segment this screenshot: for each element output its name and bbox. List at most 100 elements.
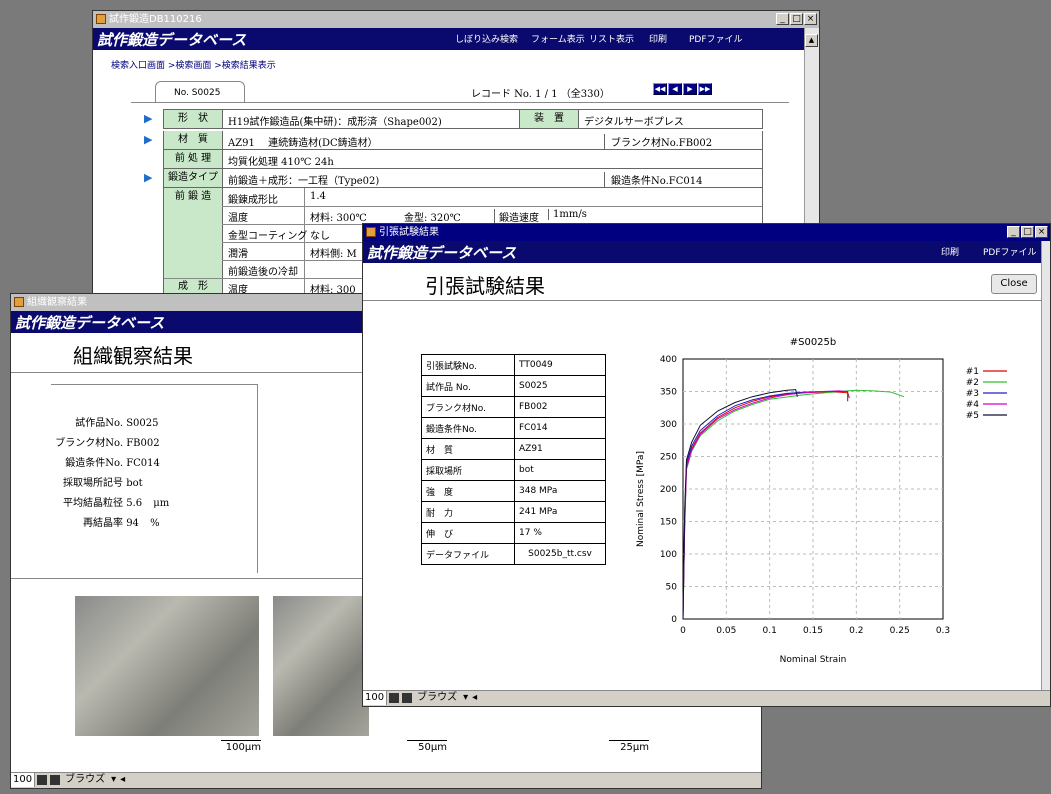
layout-icon[interactable]	[50, 775, 61, 785]
micro-fields: 試作品No. S0025 ブランク材No. FB002 鍛造条件No. FC01…	[41, 414, 169, 534]
zoom-level[interactable]: 100	[11, 773, 36, 787]
maximize-icon[interactable]: □	[790, 13, 803, 25]
field-value: bot	[126, 478, 143, 489]
tab-line	[131, 102, 789, 103]
menu-form-view[interactable]: フォーム表示	[531, 32, 585, 45]
scale-bar-2: 50μm	[407, 740, 447, 753]
tensile-heading: 引張試験結果	[425, 274, 545, 298]
last-record-icon[interactable]: ▶▶	[698, 83, 712, 95]
micro-window-title: 組織観察結果	[27, 297, 87, 308]
tensile-table-label: 鍛造条件No.	[421, 417, 515, 439]
maximize-icon[interactable]: □	[1021, 226, 1034, 238]
breadcrumb[interactable]: 検索入口画面 >検索画面 >検索結果表示	[111, 58, 276, 71]
field-value: S0025	[126, 418, 159, 429]
tensile-table-row: ブランク材No. FB002	[421, 396, 606, 418]
field-row: 平均結晶粒径 5.6 μm	[41, 494, 169, 514]
menu-pdf[interactable]: PDFファイル	[983, 245, 1037, 258]
app-icon	[366, 227, 376, 237]
field-value: FB002	[126, 438, 160, 449]
menu-print[interactable]: 印刷	[649, 32, 667, 45]
window-controls: _ □ ×	[776, 13, 817, 25]
field-value: 94	[126, 518, 139, 529]
tensile-app-header: 試作鍛造データベース 印刷 PDFファイル	[363, 241, 1042, 263]
close-icon[interactable]: ×	[804, 13, 817, 25]
legend-label: #5	[966, 411, 979, 421]
legend-label: #1	[966, 367, 979, 377]
main-window-titlebar[interactable]: 試作鍛造DB110216 _ □ ×	[93, 11, 819, 28]
app-icon	[14, 297, 24, 307]
scroll-left-icon[interactable]: ◂	[118, 773, 127, 787]
record-nav: ◀◀ ◀ ▶ ▶▶	[653, 83, 712, 95]
field-row: 再結晶率 94 %	[41, 514, 169, 534]
tensile-table-label: データファイル	[421, 543, 515, 565]
y-tick-label: 50	[666, 583, 678, 593]
speed-label: 鍛造速度	[494, 209, 539, 224]
menu-print[interactable]: 印刷	[941, 245, 959, 258]
prev-record-icon[interactable]: ◀	[668, 83, 682, 95]
legend-label: #2	[966, 378, 979, 388]
blank-no: ブランク材No.FB002	[604, 134, 712, 149]
tensile-status-bar: 100 ブラウズ ▾ ◂	[363, 690, 1050, 706]
zoom-level[interactable]: 100	[363, 691, 388, 705]
record-tab[interactable]: No. S0025	[155, 81, 245, 103]
tensile-table: 引張試験No. TT0049 試作品 No. S0025 ブランク材No. FB002 鍛造…	[421, 354, 606, 565]
minimize-icon[interactable]: _	[776, 13, 789, 25]
ratio-value: 1.4	[310, 191, 326, 202]
tensile-table-row: 耐 力 241 MPa	[421, 501, 606, 523]
tensile-scrollbar[interactable]	[1041, 241, 1050, 706]
y-tick-label: 200	[660, 485, 677, 495]
zoom-icon[interactable]	[389, 693, 400, 703]
material-value: AZ91 連続鋳造材(DC鋳造材）	[228, 138, 378, 149]
tensile-table-label: 引張試験No.	[421, 354, 515, 376]
first-record-icon[interactable]: ◀◀	[653, 83, 667, 95]
mode-label[interactable]: ブラウズ	[413, 691, 461, 705]
x-tick-label: 0.05	[716, 626, 736, 636]
field-unit: %	[150, 518, 160, 529]
field-unit: μm	[153, 498, 170, 509]
micrograph-1	[75, 596, 259, 736]
zoom-icon[interactable]	[37, 775, 48, 785]
row-marker-icon: ▶	[144, 112, 153, 125]
app-icon	[96, 14, 106, 24]
menu-narrow-search[interactable]: しぼり込み検索	[455, 32, 518, 45]
app-logo: 試作鍛造データベース	[97, 31, 247, 49]
forge-cond-no: 鍛造条件No.FC014	[604, 172, 702, 187]
y-tick-label: 300	[660, 420, 677, 430]
micrograph-2	[273, 596, 369, 736]
scroll-left-icon[interactable]: ◂	[470, 691, 479, 705]
tensile-window-titlebar[interactable]: 引張試験結果 _ □ ×	[363, 224, 1050, 241]
lube-label: 潤滑	[228, 249, 248, 260]
row-marker-icon: ▶	[144, 171, 153, 184]
field-label: 平均結晶粒径	[63, 498, 123, 509]
tensile-table-label: 試作品 No.	[421, 375, 515, 397]
tensile-table-value: AZ91	[514, 438, 606, 460]
y-tick-label: 350	[660, 388, 677, 398]
speed-value: 1mm/s	[548, 209, 587, 220]
tensile-table-value: 17 %	[514, 522, 606, 544]
mode-label[interactable]: ブラウズ	[61, 773, 109, 787]
menu-pdf[interactable]: PDFファイル	[689, 32, 743, 45]
main-app-header: 試作鍛造データベース しぼり込み検索 フォーム表示 リスト表示 印刷 PDFファ…	[93, 28, 805, 50]
y-tick-label: 0	[671, 615, 677, 625]
pretreat-label: 前 処 理	[164, 150, 223, 168]
legend-label: #4	[966, 400, 980, 410]
x-tick-label: 0.3	[936, 626, 950, 636]
tensile-table-row: 材 質 AZ91	[421, 438, 606, 460]
menu-list-view[interactable]: リスト表示	[589, 32, 634, 45]
micro-status-bar: 100 ブラウズ ▾ ◂	[11, 772, 761, 788]
minimize-icon[interactable]: _	[1007, 226, 1020, 238]
y-axis-label: Nominal Stress [MPa]	[636, 451, 646, 547]
close-icon[interactable]: ×	[1035, 226, 1048, 238]
field-label: 鍛造条件No.	[65, 458, 123, 469]
close-button[interactable]: Close	[991, 274, 1037, 294]
tensile-table-label: 材 質	[421, 438, 515, 460]
scroll-up-icon[interactable]: ▲	[805, 34, 818, 47]
pre-forge-label: 前 鍛 造	[174, 191, 212, 202]
x-tick-label: 0	[680, 626, 686, 636]
layout-icon[interactable]	[402, 693, 413, 703]
mode-dropdown-icon[interactable]: ▾	[461, 691, 470, 705]
mode-dropdown-icon[interactable]: ▾	[109, 773, 118, 787]
forming-label: 成 形	[178, 281, 208, 292]
next-record-icon[interactable]: ▶	[683, 83, 697, 95]
temp-label: 温度	[228, 213, 248, 224]
